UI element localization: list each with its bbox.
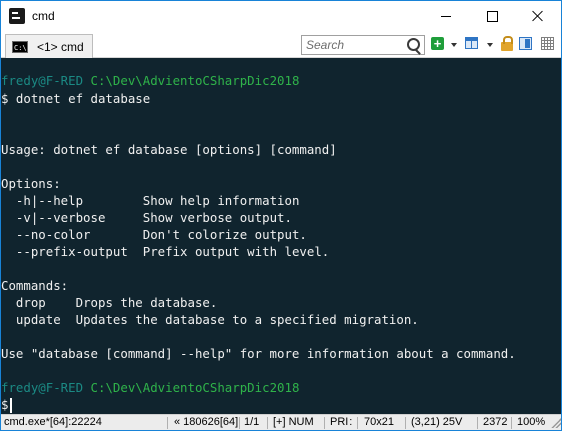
console-output[interactable]: fredy@F-RED C:\Dev\AdvientoCSharpDic2018… [1, 58, 561, 414]
prompt-path: C:\Dev\AdvientoCSharpDic2018 [90, 380, 300, 395]
new-console-icon[interactable]: + [431, 37, 444, 50]
option-row: -h|--help Show help information [1, 193, 300, 208]
close-button[interactable] [515, 1, 561, 31]
help-hint: Use "database [command] --help" for more… [1, 346, 516, 361]
status-zoom[interactable]: 100% [517, 416, 545, 428]
title-bar[interactable]: cmd [1, 1, 561, 31]
console-icon: C:\ [12, 40, 28, 53]
options-header: Options: [1, 176, 61, 191]
status-position: 1/1 [244, 416, 260, 428]
tab-cmd[interactable]: C:\ <1> cmd [5, 34, 93, 58]
option-row: -v|--verbose Show verbose output. [1, 210, 292, 225]
status-bar: cmd.exe*[64]:22224 « 180626[64] 1/1 [+] … [1, 414, 561, 430]
resize-grip-icon[interactable] [551, 418, 561, 428]
prompt-user: fredy@F-RED [1, 380, 84, 395]
status-size[interactable]: 70x21 [364, 416, 394, 428]
option-row: --prefix-output Prefix output with level… [1, 244, 330, 259]
prompt-line: fredy@F-RED C:\Dev\AdvientoCSharpDic2018 [1, 72, 299, 89]
minimize-icon [441, 15, 451, 17]
close-icon [532, 10, 544, 22]
minimize-button[interactable] [423, 1, 469, 31]
command-row: update Updates the database to a specifi… [1, 312, 419, 327]
search-icon[interactable] [407, 38, 420, 51]
option-row: --no-color Don't colorize output. [1, 227, 307, 242]
window-title: cmd [32, 9, 55, 23]
status-pid: 2372 [483, 416, 508, 428]
toolbar: C:\ <1> cmd Search + [1, 31, 561, 58]
input-line[interactable]: $ [1, 396, 13, 413]
commands-header: Commands: [1, 278, 69, 293]
text-cursor [10, 398, 13, 413]
app-icon [9, 8, 25, 24]
status-cursor: (3,21) 25V [411, 416, 463, 428]
maximize-button[interactable] [469, 1, 515, 31]
command-line: $ dotnet ef database [1, 91, 151, 106]
search-box[interactable]: Search [301, 35, 425, 55]
tab-label: <1> cmd [37, 39, 84, 54]
command-row: drop Drops the database. [1, 295, 218, 310]
grid-icon[interactable] [541, 37, 554, 50]
status-priority[interactable]: PRI : [330, 416, 352, 428]
status-process[interactable]: cmd.exe*[64]:22224 [4, 416, 102, 428]
status-build[interactable]: « 180626[64] [174, 416, 238, 428]
console-window: cmd C:\ <1> cmd Search + fredy@F-RED C:\… [0, 0, 562, 431]
prompt-path: C:\Dev\AdvientoCSharpDic2018 [90, 73, 300, 88]
panel-icon[interactable] [519, 37, 532, 50]
prompt-line: fredy@F-RED C:\Dev\AdvientoCSharpDic2018 [1, 379, 299, 396]
status-modifiers: [+] NUM [273, 416, 314, 428]
prompt-user: fredy@F-RED [1, 73, 84, 88]
lock-icon[interactable] [501, 36, 513, 51]
maximize-icon [486, 10, 498, 22]
usage-line: Usage: dotnet ef database [options] [com… [1, 142, 337, 157]
search-input[interactable]: Search [306, 38, 344, 52]
window-layout-icon[interactable] [465, 37, 478, 49]
dropdown-icon[interactable] [487, 43, 493, 47]
dropdown-icon[interactable] [451, 43, 457, 47]
